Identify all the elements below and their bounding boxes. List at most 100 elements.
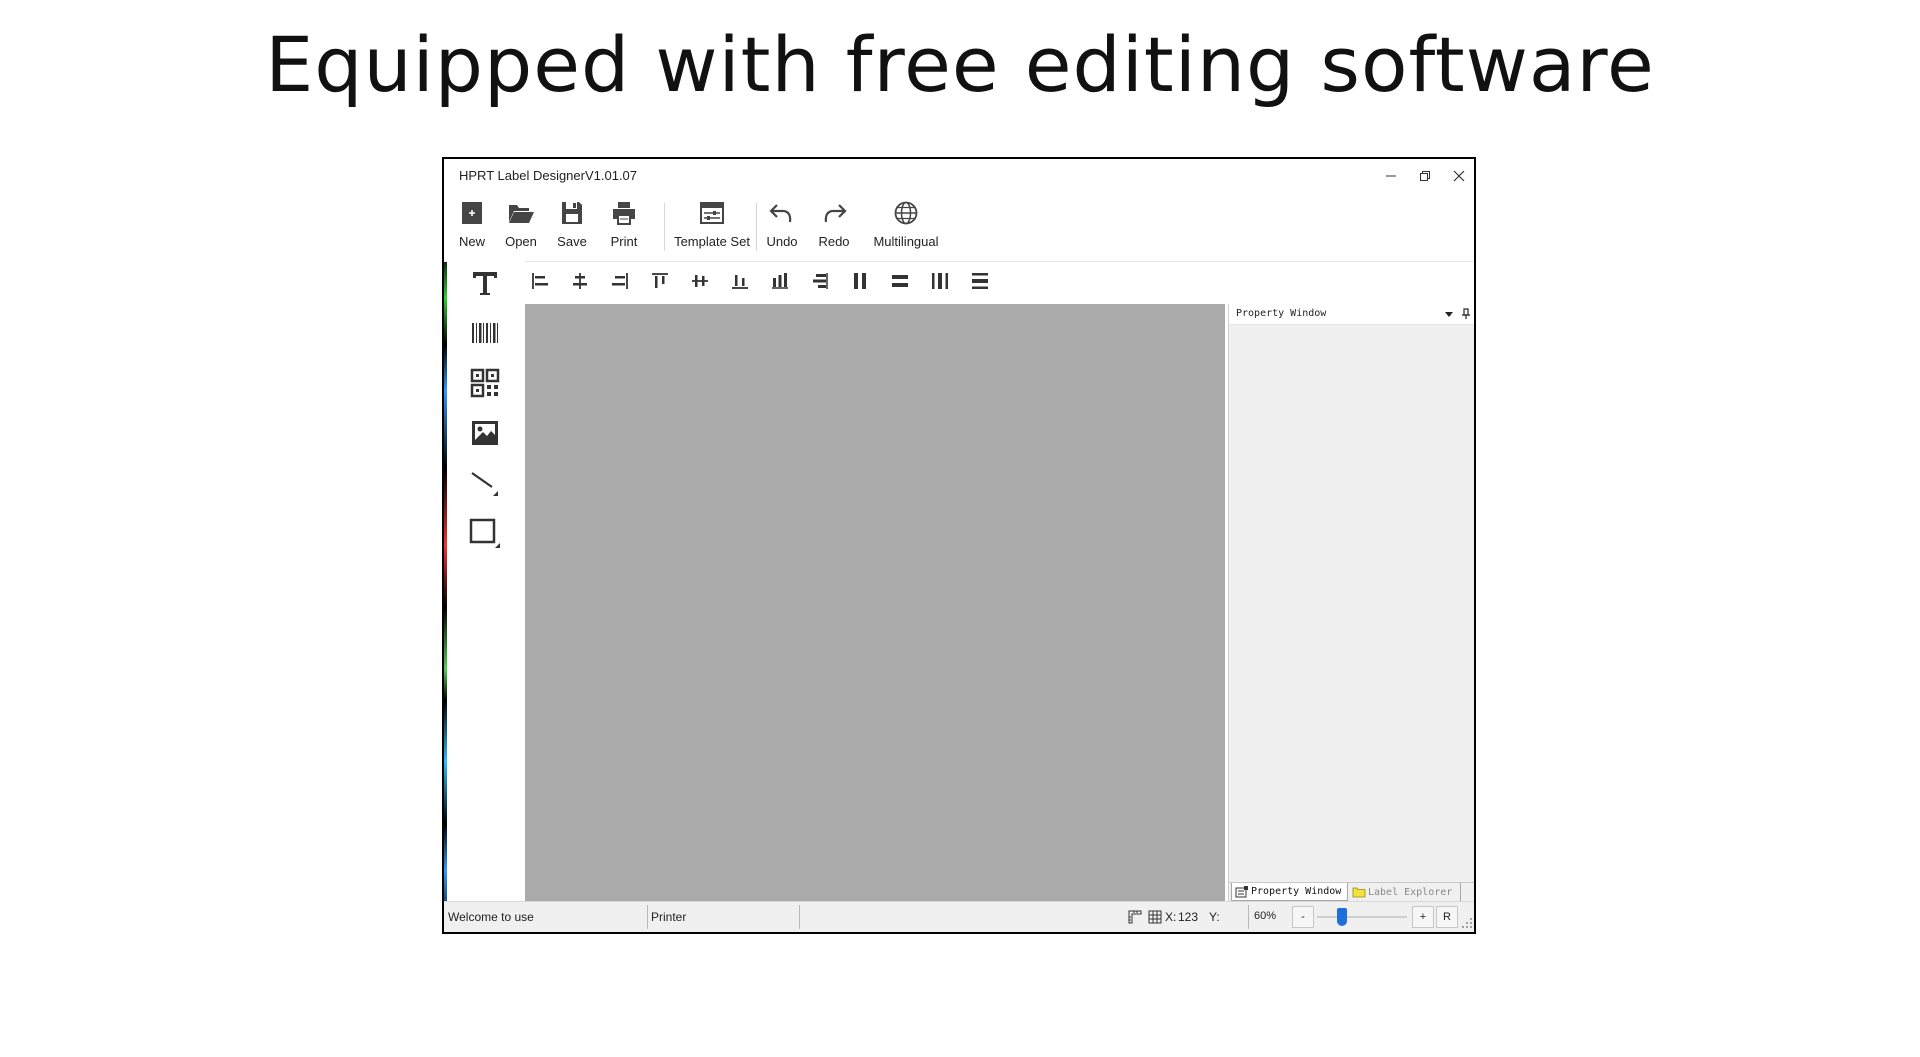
- save-button[interactable]: Save: [555, 197, 589, 255]
- status-separator: [647, 905, 648, 929]
- align-top-button[interactable]: [648, 269, 672, 293]
- property-window-dropdown[interactable]: [1442, 307, 1456, 321]
- ruler-icon: [1128, 910, 1142, 924]
- app-window: HPRT Label DesignerV1.01.07 New Open Sav…: [442, 157, 1476, 934]
- save-label: Save: [557, 234, 587, 249]
- align-middle-vertical-button[interactable]: [688, 269, 712, 293]
- grid-toggle[interactable]: [1148, 910, 1162, 924]
- same-height-icon: [772, 273, 788, 289]
- toolbar-separator: [664, 203, 665, 251]
- close-icon: [1453, 170, 1465, 182]
- main-toolbar: New Open Save Print Template Set Undo Re…: [444, 193, 1474, 262]
- align-bottom-icon: [732, 275, 748, 289]
- status-x-value: 123: [1178, 910, 1199, 924]
- space-vertical-button[interactable]: [968, 269, 992, 293]
- window-title: HPRT Label DesignerV1.01.07: [459, 168, 638, 183]
- align-bottom-button[interactable]: [728, 269, 752, 293]
- slide-title: Equipped with free editing software: [265, 20, 1655, 109]
- rectangle-icon: [469, 518, 500, 548]
- same-width-icon: [813, 273, 828, 289]
- resize-grip-icon: [1462, 918, 1472, 928]
- property-tabs: Property Window Label Explorer: [1229, 882, 1474, 903]
- align-center-horizontal-icon: [573, 273, 587, 289]
- template-set-button[interactable]: Template Set: [672, 197, 752, 255]
- restore-icon: [1420, 171, 1430, 181]
- dropdown-arrow-icon: [1445, 312, 1453, 317]
- distribute-vertical-button[interactable]: [888, 269, 912, 293]
- rectangle-tool[interactable]: [467, 515, 503, 551]
- redo-label: Redo: [818, 234, 850, 249]
- tab-label-explorer[interactable]: Label Explorer: [1349, 883, 1461, 901]
- line-tool[interactable]: [467, 465, 503, 501]
- align-left-button[interactable]: [528, 269, 552, 293]
- resize-grip[interactable]: [1460, 916, 1474, 930]
- ruler-toggle[interactable]: [1128, 910, 1142, 924]
- status-x-label: X:: [1165, 910, 1177, 924]
- image-icon: [472, 421, 498, 445]
- tab-property-window[interactable]: Property Window: [1231, 883, 1348, 901]
- new-button[interactable]: New: [456, 197, 488, 255]
- toolbar-separator: [756, 203, 757, 251]
- title-bar[interactable]: HPRT Label DesignerV1.01.07: [444, 159, 1474, 193]
- align-right-icon: [612, 273, 628, 289]
- redo-icon: [824, 204, 847, 223]
- status-printer: Printer: [651, 910, 687, 924]
- folder-open-icon: [509, 205, 534, 223]
- same-width-button[interactable]: [808, 269, 832, 293]
- space-horizontal-icon: [932, 273, 948, 289]
- zoom-reset-button[interactable]: R: [1436, 906, 1458, 928]
- align-center-horizontal-button[interactable]: [568, 269, 592, 293]
- status-bar: Welcome to use Printer X: 123 Y: 60% - +…: [444, 901, 1474, 932]
- undo-label: Undo: [766, 234, 798, 249]
- template-set-label: Template Set: [674, 234, 750, 249]
- distribute-horizontal-button[interactable]: [848, 269, 872, 293]
- status-separator: [799, 905, 800, 929]
- zoom-level: 60%: [1254, 910, 1277, 922]
- qrcode-tool[interactable]: [467, 365, 503, 401]
- same-height-button[interactable]: [768, 269, 792, 293]
- distribute-vertical-icon: [892, 275, 908, 287]
- zoom-slider-track[interactable]: [1317, 916, 1407, 918]
- zoom-out-button[interactable]: -: [1292, 906, 1314, 928]
- barcode-icon: [472, 323, 498, 343]
- image-tool[interactable]: [467, 415, 503, 451]
- space-horizontal-button[interactable]: [928, 269, 952, 293]
- print-label: Print: [610, 234, 638, 249]
- align-toolbar: [514, 261, 1474, 301]
- globe-icon: [894, 201, 918, 225]
- properties-icon: [1235, 885, 1248, 897]
- print-button[interactable]: Print: [608, 197, 640, 255]
- folder-icon: [1352, 887, 1366, 898]
- align-left-icon: [532, 273, 548, 289]
- printer-icon: [613, 202, 635, 225]
- zoom-in-button[interactable]: +: [1412, 906, 1434, 928]
- multilingual-button[interactable]: Multilingual: [870, 197, 942, 255]
- property-window-pin[interactable]: [1459, 307, 1473, 321]
- align-right-button[interactable]: [608, 269, 632, 293]
- status-separator: [1248, 905, 1249, 929]
- minimize-icon: [1386, 175, 1396, 177]
- property-window-title: Property Window: [1236, 308, 1327, 319]
- grid-icon: [1148, 910, 1162, 924]
- text-tool[interactable]: [467, 265, 503, 301]
- redo-button[interactable]: Redo: [817, 197, 851, 255]
- tab-property-window-label: Property Window: [1251, 886, 1342, 897]
- line-icon: [471, 472, 498, 496]
- undo-icon: [769, 204, 792, 223]
- multilingual-label: Multilingual: [873, 234, 939, 249]
- property-window-header: Property Window: [1229, 304, 1474, 325]
- restore-button[interactable]: [1410, 163, 1440, 189]
- new-label: New: [458, 234, 485, 249]
- undo-button[interactable]: Undo: [765, 197, 799, 255]
- pin-icon: [1462, 308, 1470, 319]
- barcode-tool[interactable]: [467, 315, 503, 351]
- close-button[interactable]: [1444, 163, 1474, 189]
- save-icon: [562, 202, 582, 224]
- open-button[interactable]: Open: [504, 197, 538, 255]
- tab-label-explorer-label: Label Explorer: [1368, 886, 1453, 898]
- label-canvas[interactable]: [525, 304, 1225, 904]
- open-label: Open: [505, 234, 537, 249]
- left-tool-panel: [447, 261, 525, 886]
- minimize-button[interactable]: [1376, 163, 1406, 189]
- zoom-slider-thumb[interactable]: [1337, 908, 1347, 926]
